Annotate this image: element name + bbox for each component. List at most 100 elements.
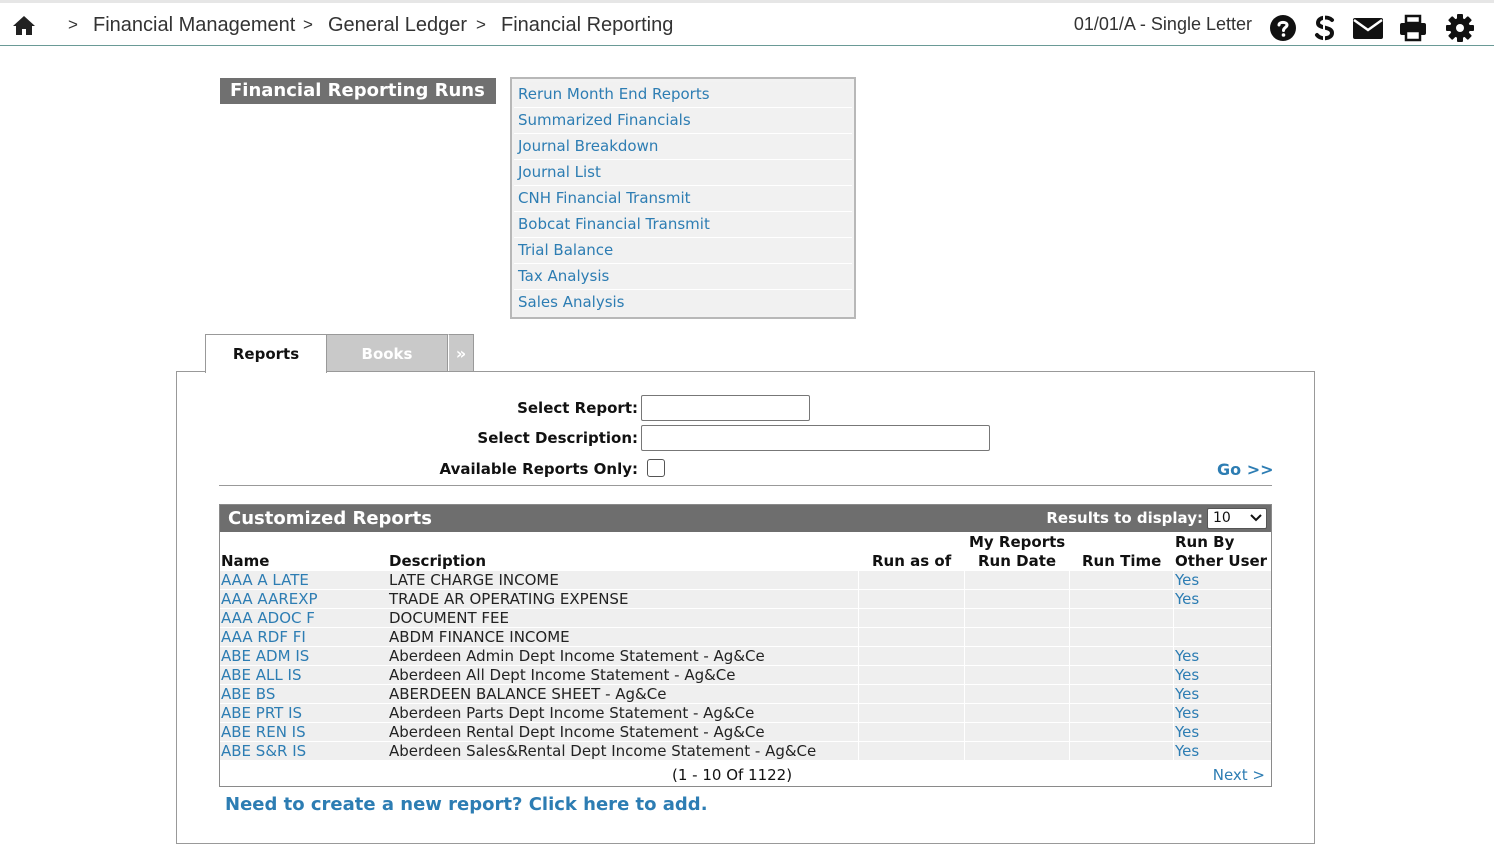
col-header-name[interactable]: Name: [221, 552, 269, 571]
cell-run-by[interactable]: Yes: [1174, 704, 1271, 722]
cell-run-as-of: [859, 609, 964, 627]
select-report-label: Select Report:: [517, 399, 638, 417]
runs-menu: Rerun Month End Reports Summarized Finan…: [510, 77, 856, 319]
runs-title: Financial Reporting Runs: [220, 78, 496, 104]
cell-run-as-of: [859, 704, 964, 722]
cell-name[interactable]: ABE BS: [220, 685, 388, 703]
col-header-other-user[interactable]: Other User: [1175, 552, 1267, 571]
table-row: ABE S&R IS Aberdeen Sales&Rental Dept Inc…: [220, 742, 1271, 761]
cell-name[interactable]: ABE PRT IS: [220, 704, 388, 722]
table-row: ABE PRT IS Aberdeen Parts Dept Income Sta…: [220, 704, 1271, 723]
cell-description: Aberdeen All Dept Income Statement - Ag&…: [388, 666, 858, 684]
select-description-input[interactable]: [641, 425, 990, 451]
cell-name[interactable]: AAA RDF FI: [220, 628, 388, 646]
print-icon[interactable]: [1399, 14, 1427, 42]
cell-name[interactable]: AAA ADOC F: [220, 609, 388, 627]
tab-more-button[interactable]: »: [448, 334, 474, 372]
table-row: ABE REN IS Aberdeen Rental Dept Income St…: [220, 723, 1271, 742]
cell-run-by[interactable]: Yes: [1174, 647, 1271, 665]
breadcrumb-separator: >: [476, 15, 486, 34]
cell-run-by[interactable]: Yes: [1174, 685, 1271, 703]
breadcrumb-separator: >: [68, 15, 78, 34]
menu-item-rerun-month-end[interactable]: Rerun Month End Reports: [514, 82, 852, 108]
chevron-down-icon: [1250, 514, 1262, 522]
cell-run-by[interactable]: Yes: [1174, 742, 1271, 760]
cell-run-as-of: [859, 685, 964, 703]
next-page-link[interactable]: Next >: [1213, 766, 1265, 784]
help-icon[interactable]: [1269, 14, 1297, 42]
select-description-label: Select Description:: [477, 429, 638, 447]
table-row: ABE ALL IS Aberdeen All Dept Income State…: [220, 666, 1271, 685]
cell-run-date: [965, 685, 1069, 703]
cell-run-time: [1070, 590, 1173, 608]
go-button[interactable]: Go >>: [1217, 460, 1274, 479]
cell-run-as-of: [859, 723, 964, 741]
add-report-link[interactable]: Need to create a new report? Click here …: [225, 794, 708, 815]
cell-run-time: [1070, 628, 1173, 646]
table-row: AAA AAREXP TRADE AR OPERATING EXPENSE Yes: [220, 590, 1271, 609]
home-icon[interactable]: [12, 14, 36, 36]
grid-title: Customized Reports: [228, 508, 432, 529]
menu-item-journal-list[interactable]: Journal List: [514, 160, 852, 186]
menu-item-summarized-financials[interactable]: Summarized Financials: [514, 108, 852, 134]
pager-info: (1 - 10 Of 1122): [672, 766, 793, 784]
cell-run-as-of: [859, 628, 964, 646]
divider: [219, 485, 1272, 486]
results-to-display-select[interactable]: 10: [1207, 508, 1267, 529]
cell-name[interactable]: ABE ALL IS: [220, 666, 388, 684]
cell-name[interactable]: ABE S&R IS: [220, 742, 388, 760]
cell-run-by: [1174, 628, 1271, 646]
cell-run-by[interactable]: Yes: [1174, 723, 1271, 741]
breadcrumb-financial-management[interactable]: Financial Management: [93, 14, 295, 37]
table-row: AAA ADOC F DOCUMENT FEE: [220, 609, 1271, 628]
cell-run-by[interactable]: Yes: [1174, 666, 1271, 684]
branch-indicator[interactable]: 01/01/A - Single Letter: [1074, 14, 1252, 35]
cell-run-as-of: [859, 590, 964, 608]
tab-reports[interactable]: Reports: [205, 334, 327, 373]
cell-description: Aberdeen Parts Dept Income Statement - A…: [388, 704, 858, 722]
col-header-run-as-of[interactable]: Run as of: [872, 552, 951, 571]
table-row: ABE ADM IS Aberdeen Admin Dept Income Sta…: [220, 647, 1271, 666]
cell-run-time: [1070, 609, 1173, 627]
cell-name[interactable]: AAA A LATE: [220, 571, 388, 589]
cell-description: LATE CHARGE INCOME: [388, 571, 858, 589]
cell-run-as-of: [859, 742, 964, 760]
cell-run-date: [965, 628, 1069, 646]
available-reports-checkbox[interactable]: [647, 459, 665, 477]
cell-run-by: [1174, 609, 1271, 627]
cell-run-date: [965, 571, 1069, 589]
settings-icon[interactable]: [1446, 14, 1474, 42]
cell-run-date: [965, 609, 1069, 627]
menu-item-journal-breakdown[interactable]: Journal Breakdown: [514, 134, 852, 160]
menu-item-trial-balance[interactable]: Trial Balance: [514, 238, 852, 264]
col-header-my-reports[interactable]: My Reports: [969, 533, 1065, 552]
results-to-display-label: Results to display:: [1046, 509, 1203, 527]
table-row: AAA A LATE LATE CHARGE INCOME Yes: [220, 571, 1271, 590]
cell-name[interactable]: ABE ADM IS: [220, 647, 388, 665]
mail-icon[interactable]: [1352, 14, 1384, 42]
cell-description: Aberdeen Rental Dept Income Statement - …: [388, 723, 858, 741]
tab-books[interactable]: Books: [327, 334, 448, 372]
cell-run-time: [1070, 647, 1173, 665]
cell-run-date: [965, 666, 1069, 684]
s-icon[interactable]: [1311, 14, 1339, 42]
customized-reports-grid: Customized Reports Results to display: 1…: [219, 504, 1272, 787]
menu-item-tax-analysis[interactable]: Tax Analysis: [514, 264, 852, 290]
cell-description: ABERDEEN BALANCE SHEET - Ag&Ce: [388, 685, 858, 703]
col-header-run-time[interactable]: Run Time: [1082, 552, 1161, 571]
cell-run-date: [965, 590, 1069, 608]
menu-item-cnh-financial-transmit[interactable]: CNH Financial Transmit: [514, 186, 852, 212]
available-reports-label: Available Reports Only:: [439, 460, 639, 478]
menu-item-sales-analysis[interactable]: Sales Analysis: [514, 290, 852, 315]
cell-run-by[interactable]: Yes: [1174, 571, 1271, 589]
breadcrumb-general-ledger[interactable]: General Ledger: [328, 14, 467, 37]
col-header-run-by[interactable]: Run By: [1175, 533, 1234, 552]
menu-item-bobcat-financial-transmit[interactable]: Bobcat Financial Transmit: [514, 212, 852, 238]
col-header-run-date[interactable]: Run Date: [978, 552, 1056, 571]
cell-name[interactable]: ABE REN IS: [220, 723, 388, 741]
col-header-description[interactable]: Description: [389, 552, 486, 571]
cell-name[interactable]: AAA AAREXP: [220, 590, 388, 608]
select-report-input[interactable]: [641, 395, 810, 421]
cell-run-by[interactable]: Yes: [1174, 590, 1271, 608]
results-to-display-value: 10: [1213, 510, 1231, 526]
